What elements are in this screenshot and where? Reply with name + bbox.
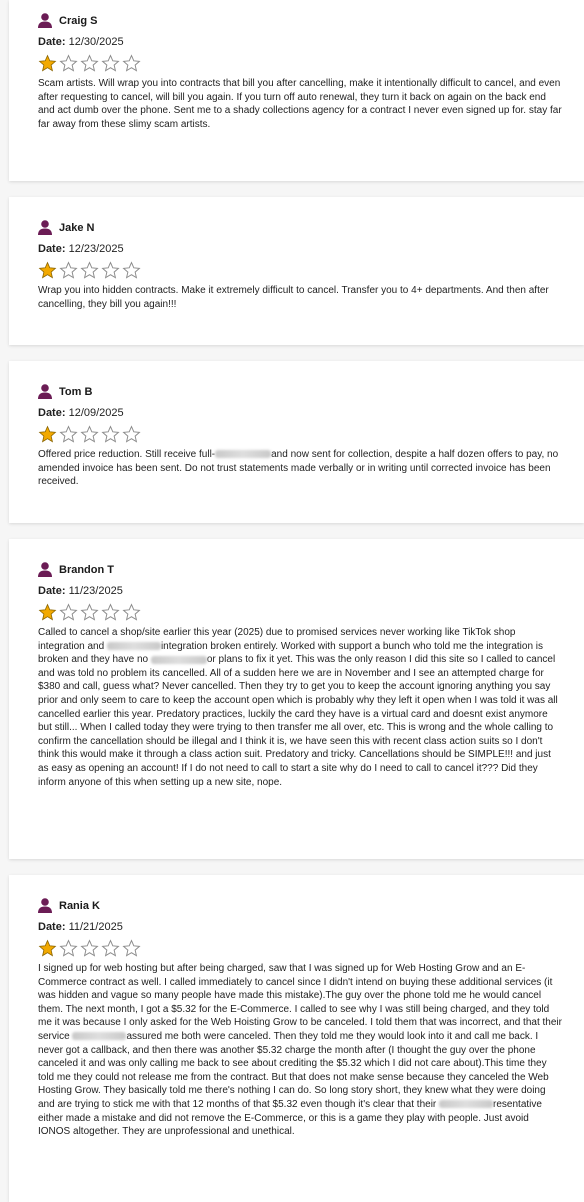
- review-author: Tom B: [38, 383, 584, 401]
- review-text: Wrap you into hidden contracts. Make it …: [38, 284, 584, 311]
- star-rating: [38, 425, 584, 445]
- review-text: Scam artists. Will wrap you into contrac…: [38, 77, 584, 131]
- review-text: I signed up for web hosting but after be…: [38, 962, 584, 1139]
- review-author: Craig S: [38, 12, 584, 30]
- date-value: 12/30/2025: [68, 36, 124, 48]
- star-empty-icon: [59, 939, 78, 957]
- review-text-part: assured me both were canceled. Then they…: [38, 1030, 549, 1110]
- review-date: Date: 11/23/2025: [38, 584, 584, 598]
- review-author: Brandon T: [38, 561, 584, 579]
- redacted-text: [72, 1032, 127, 1041]
- star-empty-icon: [80, 261, 99, 279]
- author-name: Craig S: [59, 15, 98, 27]
- redacted-text: [150, 655, 207, 664]
- star-filled-icon: [38, 54, 57, 72]
- star-empty-icon: [80, 54, 99, 72]
- date-value: 11/23/2025: [68, 585, 123, 597]
- review-author: Rania K: [38, 897, 584, 915]
- redacted-text: [215, 450, 272, 459]
- review-author: Jake N: [38, 219, 584, 237]
- review-card: Tom B Date: 12/09/2025 Offered price red…: [9, 361, 584, 523]
- star-empty-icon: [101, 54, 120, 72]
- star-rating: [38, 939, 584, 959]
- star-filled-icon: [38, 603, 57, 621]
- review-date: Date: 12/09/2025: [38, 406, 584, 420]
- author-name: Brandon T: [59, 564, 114, 576]
- date-value: 11/21/2025: [68, 921, 123, 933]
- star-empty-icon: [122, 939, 141, 957]
- star-empty-icon: [101, 939, 120, 957]
- date-label: Date:: [38, 407, 66, 419]
- review-date: Date: 11/21/2025: [38, 920, 584, 934]
- star-filled-icon: [38, 261, 57, 279]
- review-text-part: or plans to fix it yet. This was the onl…: [38, 654, 558, 788]
- person-icon: [38, 897, 52, 913]
- star-empty-icon: [101, 261, 120, 279]
- star-empty-icon: [80, 939, 99, 957]
- review-card: Jake N Date: 12/23/2025 Wrap you into hi…: [9, 197, 584, 345]
- person-icon: [38, 561, 52, 577]
- review-text: Offered price reduction. Still receive f…: [38, 448, 584, 489]
- date-label: Date:: [38, 36, 66, 48]
- review-date: Date: 12/23/2025: [38, 242, 584, 256]
- author-name: Jake N: [59, 222, 95, 234]
- date-label: Date:: [38, 921, 66, 933]
- star-empty-icon: [80, 603, 99, 621]
- star-empty-icon: [122, 425, 141, 443]
- star-filled-icon: [38, 425, 57, 443]
- author-name: Rania K: [59, 900, 100, 912]
- review-text-part: Offered price reduction. Still receive f…: [38, 449, 216, 460]
- star-empty-icon: [59, 261, 78, 279]
- review-card: Craig S Date: 12/30/2025 Scam artists. W…: [9, 0, 584, 181]
- redacted-text: [106, 641, 161, 650]
- star-empty-icon: [101, 603, 120, 621]
- review-text-part: Scam artists. Will wrap you into contrac…: [38, 78, 562, 130]
- star-empty-icon: [59, 54, 78, 72]
- review-text-part: Wrap you into hidden contracts. Make it …: [38, 285, 549, 310]
- person-icon: [38, 12, 52, 28]
- star-rating: [38, 603, 584, 623]
- person-icon: [38, 219, 52, 235]
- star-empty-icon: [122, 603, 141, 621]
- star-empty-icon: [80, 425, 99, 443]
- star-empty-icon: [101, 425, 120, 443]
- redacted-text: [439, 1100, 494, 1109]
- star-rating: [38, 54, 584, 74]
- date-value: 12/09/2025: [68, 407, 124, 419]
- star-empty-icon: [59, 603, 78, 621]
- date-value: 12/23/2025: [68, 243, 124, 255]
- author-name: Tom B: [59, 386, 93, 398]
- review-card: Brandon T Date: 11/23/2025 Called to can…: [9, 539, 584, 859]
- date-label: Date:: [38, 243, 66, 255]
- star-empty-icon: [122, 54, 141, 72]
- review-date: Date: 12/30/2025: [38, 35, 584, 49]
- star-rating: [38, 261, 584, 281]
- review-card: Rania K Date: 11/21/2025 I signed up for…: [9, 875, 584, 1202]
- star-filled-icon: [38, 939, 57, 957]
- star-empty-icon: [59, 425, 78, 443]
- date-label: Date:: [38, 585, 66, 597]
- star-empty-icon: [122, 261, 141, 279]
- review-text: Called to cancel a shop/site earlier thi…: [38, 626, 584, 789]
- person-icon: [38, 383, 52, 399]
